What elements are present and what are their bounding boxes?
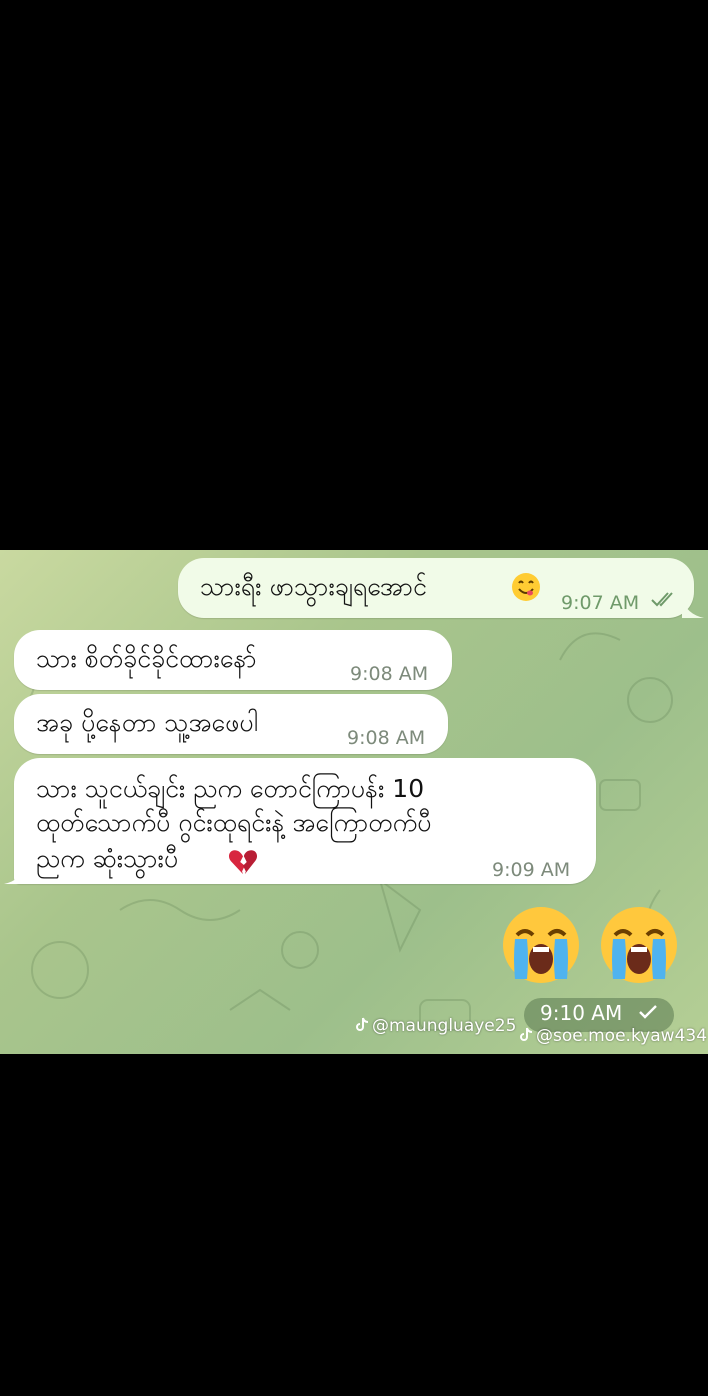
message-time: 9:07 AM (561, 592, 640, 614)
outgoing-message-bubble[interactable]: သားရီး ဖာသွားချရအောင် 9:07 AM (178, 558, 704, 618)
double-check-icon (651, 592, 673, 607)
incoming-message-bubble[interactable]: သား သူငယ်ချင်း ညက တောင်ကြာပန်း 10 ထုတ်သေ… (4, 758, 596, 884)
tiktok-icon (356, 1017, 369, 1031)
message-text-line: ထုတ်သောက်ပီ ဂွင်းထုရင်းနဲ့ အကြောတက်ပီ (36, 808, 432, 837)
bubble-tail (682, 598, 704, 618)
message-text: အခု ပို့နေတာ သူ့အဖေပါ (36, 708, 258, 737)
message-time: 9:08 AM (347, 727, 426, 749)
message-text-line: သား သူငယ်ချင်း ညက တောင်ကြာပန်း 10 (36, 774, 425, 803)
chat-area: သားရီး ဖာသွားချရအောင် 9:07 AM သား စိတ်ခိ… (0, 550, 708, 1054)
message-text: သား စိတ်ခိုင်ခိုင်ထားနော် (36, 644, 257, 673)
yum-face-icon (512, 573, 540, 601)
broken-heart-icon (228, 850, 258, 875)
message-time: 9:09 AM (492, 859, 571, 881)
incoming-message-bubble[interactable]: အခု ပို့နေတာ သူ့အဖေပါ 9:08 AM (14, 694, 448, 754)
watermark-handle: @maungluaye25 (372, 1016, 517, 1036)
bubble-tail (4, 864, 26, 884)
message-time: 9:08 AM (350, 663, 429, 685)
message-time: 9:10 AM (540, 1001, 623, 1025)
message-text: သားရီး ဖာသွားချရအောင် (200, 572, 427, 601)
tiktok-watermark: @maungluaye25 (356, 1016, 516, 1036)
incoming-message-bubble[interactable]: သား စိတ်ခိုင်ခိုင်ထားနော် 9:08 AM (14, 630, 452, 690)
loudly-crying-face-icon (601, 907, 677, 983)
tiktok-watermark: @soe.moe.kyaw434 (520, 1026, 707, 1046)
check-icon (639, 1005, 657, 1019)
watermark-handle: @soe.moe.kyaw434 (536, 1026, 708, 1046)
tiktok-icon (520, 1027, 533, 1041)
loudly-crying-face-icon (503, 907, 579, 983)
message-text-line: ညက ဆုံးသွားပီ (36, 844, 179, 873)
